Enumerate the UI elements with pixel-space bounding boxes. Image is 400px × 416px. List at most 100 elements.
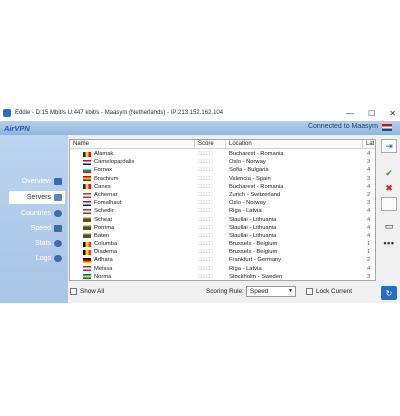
server-latency: 4 xyxy=(367,183,371,190)
sidebar-item-logs[interactable]: Logs xyxy=(9,252,65,265)
empty-button[interactable] xyxy=(381,197,397,211)
checkmark-icon[interactable]: ✔ xyxy=(381,166,397,180)
server-latency: 1 xyxy=(367,241,371,248)
netherlands-flag-icon xyxy=(382,124,392,131)
show-all-label: Show All xyxy=(80,288,105,295)
table-row[interactable]: Fomalhaut □□□□□ Oslo - Norway 3 xyxy=(70,199,375,207)
sidebar-item-speed[interactable]: Speed xyxy=(9,222,65,235)
table-header: Name Score Location Lat xyxy=(70,140,375,149)
score-meter: □□□□□ xyxy=(198,216,213,223)
table-row[interactable]: Meissa □□□□□ Riga - Latvia 4 xyxy=(70,265,375,273)
scoring-rule-select[interactable]: Speed ▼ xyxy=(246,286,296,297)
connect-arrow-icon[interactable]: ⇥ xyxy=(381,139,397,153)
score-meter: □□□□□ xyxy=(198,265,213,272)
scoring-rule-value: Speed xyxy=(250,288,269,295)
table-row[interactable]: Canes □□□□□ Bucharest - Romania 4 xyxy=(70,183,375,191)
sidebar-item-servers[interactable]: Servers xyxy=(9,191,65,204)
table-row[interactable]: Norma □□□□□ Stockholm - Sweden 3 xyxy=(70,273,375,280)
server-location: Zurich - Switzerland xyxy=(229,191,281,198)
table-row[interactable]: Baten □□□□□ Siauliai - Lithuania 4 xyxy=(70,232,375,240)
refresh-icon[interactable]: ↻ xyxy=(381,286,397,300)
eddie-app-icon xyxy=(3,109,11,117)
sidebar: Overview Servers Countries Speed Stats L… xyxy=(0,135,68,303)
server-name: Adhara xyxy=(94,257,113,264)
score-meter: □□□□□ xyxy=(198,257,213,264)
close-button[interactable]: ✕ xyxy=(389,109,396,118)
server-name: Brachium xyxy=(94,175,119,182)
lock-current-checkbox[interactable] xyxy=(306,288,313,295)
maximize-button[interactable]: ☐ xyxy=(368,109,375,118)
country-flag-icon xyxy=(83,167,91,173)
server-name: Baten xyxy=(94,232,110,239)
sidebar-item-stats[interactable]: Stats xyxy=(9,237,65,250)
table-row[interactable]: Columba □□□□□ Brussels - Belgium 1 xyxy=(70,240,375,248)
server-name: Scheat xyxy=(94,216,113,223)
country-flag-icon xyxy=(83,192,91,198)
sidebar-item-label: Servers xyxy=(26,194,51,201)
server-location: Frankfurt - Germany xyxy=(229,257,282,264)
country-flag-icon xyxy=(83,249,91,255)
info-icon xyxy=(54,240,62,247)
server-name: Achernar xyxy=(94,191,118,198)
column-header-score[interactable]: Score xyxy=(195,140,226,149)
connection-status: Connected to Maasym xyxy=(307,123,378,130)
server-location: Siauliai - Lithuania xyxy=(229,224,277,231)
table-row[interactable]: Achernar □□□□□ Zurich - Switzerland 2 xyxy=(70,191,375,199)
table-row[interactable]: Camelopardalis □□□□□ Oslo - Norway 3 xyxy=(70,158,375,166)
table-row[interactable]: Scheat □□□□□ Siauliai - Lithuania 4 xyxy=(70,216,375,224)
server-location: Brussels - Belgium xyxy=(229,249,278,256)
country-flag-icon xyxy=(83,274,91,280)
server-name: Porrima xyxy=(94,224,115,231)
server-name: Diadema xyxy=(94,249,118,256)
more-icon[interactable]: ••• xyxy=(381,236,397,250)
table-row[interactable]: Adhara □□□□□ Frankfurt - Germany 2 xyxy=(70,256,375,264)
server-location: Valencia - Spain xyxy=(229,175,271,182)
column-header-name[interactable]: Name xyxy=(70,140,195,149)
window-title: Eddie - D:15 Mbit/s U:447 kbit/s - Maasy… xyxy=(15,110,224,116)
minimize-button[interactable]: — xyxy=(346,109,354,118)
server-location: Oslo - Norway xyxy=(229,159,266,166)
app-window: Eddie - D:15 Mbit/s U:447 kbit/s - Maasy… xyxy=(0,105,400,303)
score-meter: □□□□□ xyxy=(198,241,213,248)
server-name: Fornax xyxy=(94,167,113,174)
right-toolbar: ⇥ ✔ ✖ ▭ ••• ↻ xyxy=(378,135,400,303)
chart-icon xyxy=(54,225,62,232)
server-latency: 4 xyxy=(367,224,371,231)
server-location: Oslo - Norway xyxy=(229,200,266,207)
country-flag-icon xyxy=(83,225,91,231)
show-all-checkbox[interactable] xyxy=(70,288,77,295)
window-controls: — ☐ ✕ xyxy=(346,105,396,121)
column-header-latency[interactable]: Lat xyxy=(363,140,375,149)
airvpn-logo: AirVPN xyxy=(4,123,30,133)
score-meter: □□□□□ xyxy=(198,159,213,166)
sidebar-item-overview[interactable]: Overview xyxy=(9,175,65,188)
score-meter: □□□□□ xyxy=(198,183,213,190)
table-row[interactable]: Alamak □□□□□ Bucharest - Romania 4 xyxy=(70,150,375,158)
server-name: Canes xyxy=(94,183,111,190)
sidebar-item-label: Countries xyxy=(21,210,51,217)
table-row[interactable]: Porrima □□□□□ Siauliai - Lithuania 4 xyxy=(70,224,375,232)
server-location: Sofia - Bulgaria xyxy=(229,167,269,174)
table-row[interactable]: Brachium □□□□□ Valencia - Spain 3 xyxy=(70,175,375,183)
country-flag-icon xyxy=(83,151,91,157)
country-flag-icon xyxy=(83,159,91,165)
country-flag-icon xyxy=(83,233,91,239)
table-row[interactable]: Schedir □□□□□ Riga - Latvia 4 xyxy=(70,207,375,215)
server-latency: 3 xyxy=(367,200,371,207)
table-row[interactable]: Fornax □□□□□ Sofia - Bulgaria 4 xyxy=(70,166,375,174)
score-meter: □□□□□ xyxy=(198,175,213,182)
country-flag-icon xyxy=(83,241,91,247)
server-name: Columba xyxy=(94,241,118,248)
sidebar-item-countries[interactable]: Countries xyxy=(9,207,65,220)
sidebar-item-label: Speed xyxy=(30,225,51,232)
server-location: Riga - Latvia xyxy=(229,208,262,215)
x-mark-icon[interactable]: ✖ xyxy=(381,181,397,195)
server-name: Camelopardalis xyxy=(94,159,135,166)
server-settings-icon[interactable]: ▭ xyxy=(381,219,397,233)
server-location: Siauliai - Lithuania xyxy=(229,216,277,223)
servers-table[interactable]: Name Score Location Lat Alamak □□□□□ Bucha… xyxy=(69,139,376,281)
server-name: Fomalhaut xyxy=(94,200,122,207)
score-meter: □□□□□ xyxy=(198,249,213,256)
table-row[interactable]: Diadema □□□□□ Brussels - Belgium 1 xyxy=(70,248,375,256)
column-header-location[interactable]: Location xyxy=(226,140,363,149)
